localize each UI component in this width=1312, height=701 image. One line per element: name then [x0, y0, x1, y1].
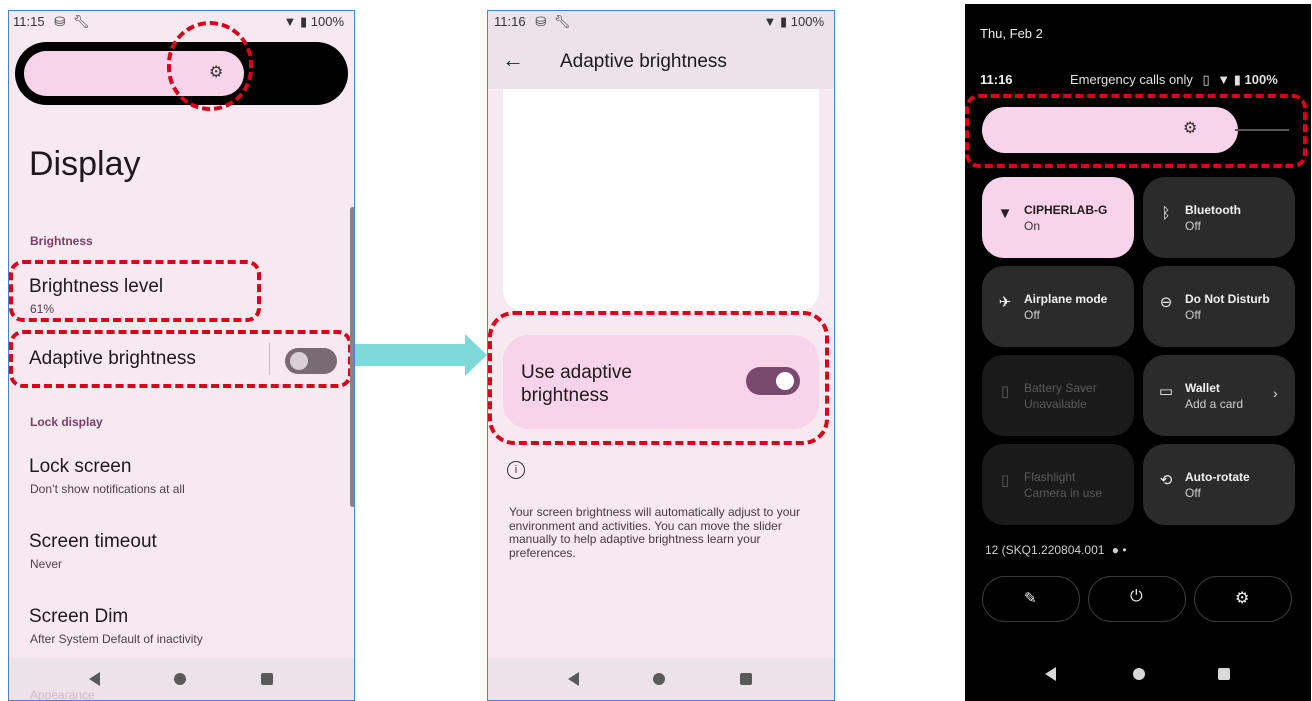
home-icon[interactable] — [653, 673, 665, 685]
section-brightness: Brightness — [30, 234, 93, 248]
screen-dim-item[interactable]: Screen Dim After System Default of inact… — [9, 601, 339, 651]
tile-bluetooth[interactable]: ᛒ Bluetooth Off — [1143, 177, 1295, 258]
wifi-icon: ▼ — [763, 14, 777, 29]
info-icon: i — [507, 461, 525, 479]
tile-wallet[interactable]: ▭ Wallet Add a card › — [1143, 355, 1295, 436]
status-time: 11:15 — [13, 14, 45, 29]
page-title: Display — [29, 145, 141, 183]
screen-timeout-sub: Never — [30, 557, 63, 571]
bluetooth-icon: ᛒ — [1161, 205, 1171, 222]
appearance-partial-label: Appearance — [30, 688, 95, 701]
flow-arrow — [355, 344, 467, 366]
gear-icon: ⚙ — [1235, 590, 1250, 607]
recents-icon[interactable] — [740, 673, 752, 685]
page-dots: ● • — [1111, 543, 1127, 557]
wallet-icon: ▭ — [1158, 383, 1174, 400]
adaptive-brightness-screen: 11:16 ⛁ 🔧︎ ▼ ▮ 100% ← Adaptive brightnes… — [487, 10, 835, 701]
status-time: 11:16 — [494, 14, 526, 29]
tile-wifi[interactable]: ▼ CIPHERLAB-G On — [982, 177, 1134, 258]
illustration-area — [503, 89, 819, 311]
do-not-disturb-icon: ⊖ — [1159, 294, 1173, 311]
pencil-icon: ✎ — [1024, 590, 1037, 607]
flow-arrow-head — [465, 334, 487, 376]
wifi-icon: ▼ — [1217, 72, 1231, 87]
screen-dim-title: Screen Dim — [29, 606, 129, 627]
auto-rotate-icon: ⟲ — [1159, 472, 1173, 489]
back-icon[interactable] — [89, 672, 100, 686]
wrench-icon: 🔧︎ — [72, 14, 90, 29]
back-icon[interactable] — [1045, 667, 1056, 681]
tile-auto-rotate[interactable]: ⟲ Auto-rotate Off — [1143, 444, 1295, 525]
tile-battery-saver[interactable]: ▯ Battery Saver Unavailable — [982, 355, 1134, 436]
lock-screen-sub: Don’t show notifications at all — [30, 482, 185, 496]
battery-percent: 100% — [1244, 72, 1278, 87]
flashlight-icon: ▯ — [1000, 472, 1010, 489]
recents-icon[interactable] — [1218, 668, 1230, 680]
airplane-icon: ✈ — [998, 294, 1012, 311]
info-text: Your screen brightness will automaticall… — [509, 505, 801, 560]
battery-icon: ▮ — [299, 14, 308, 29]
home-icon[interactable] — [174, 673, 186, 685]
chevron-right-icon: › — [1273, 385, 1278, 401]
wrench-icon: 🔧︎ — [553, 14, 571, 29]
display-settings-screen: 11:15 ⛁ 🔧︎ ▼ ▮ 100% ⚙ Display Brightness… — [8, 10, 355, 701]
sim-icon: ⛁ — [535, 14, 547, 29]
power-button[interactable]: ⏻ — [1088, 576, 1186, 622]
time: 11:16 — [980, 72, 1013, 87]
back-icon[interactable] — [568, 672, 579, 686]
sim-icon: ⛁ — [54, 14, 66, 29]
battery-icon: ▮ — [1233, 72, 1241, 87]
vibrate-icon: ▯ — [1202, 72, 1210, 87]
screen-timeout-item[interactable]: Screen timeout Never — [9, 526, 339, 576]
nav-bar: Appearance — [9, 658, 354, 700]
screen-dim-sub: After System Default of inactivity — [30, 632, 203, 646]
quick-settings-panel: Thu, Feb 2 11:16 Emergency calls only ▯ … — [965, 4, 1311, 701]
screen-timeout-title: Screen timeout — [29, 531, 157, 552]
power-icon: ⏻ — [1130, 588, 1143, 605]
section-lock-display: Lock display — [30, 415, 103, 429]
battery-percent: 100% — [790, 14, 824, 29]
page-title: Adaptive brightness — [560, 51, 727, 72]
nav-bar — [488, 658, 834, 700]
home-icon[interactable] — [1133, 668, 1145, 680]
lock-screen-title: Lock screen — [29, 456, 132, 477]
settings-button[interactable]: ⚙ — [1194, 576, 1292, 622]
build-number: 12 (SKQ1.220804.001 — [985, 543, 1105, 557]
tile-flashlight[interactable]: ▯ Flashlight Camera in use — [982, 444, 1134, 525]
wifi-icon: ▼ — [997, 205, 1013, 222]
wifi-icon: ▼ — [283, 14, 297, 29]
edit-button[interactable]: ✎ — [982, 576, 1080, 622]
date: Thu, Feb 2 — [980, 26, 1043, 41]
tile-do-not-disturb[interactable]: ⊖ Do Not Disturb Off — [1143, 266, 1295, 347]
battery-icon: ▮ — [779, 14, 788, 29]
recents-icon[interactable] — [261, 673, 273, 685]
battery-percent: 100% — [310, 14, 344, 29]
battery-saver-icon: ▯ — [1000, 383, 1010, 400]
status-text: Emergency calls only — [1070, 72, 1193, 87]
nav-bar — [965, 643, 1311, 701]
tile-airplane-mode[interactable]: ✈ Airplane mode Off — [982, 266, 1134, 347]
lock-screen-item[interactable]: Lock screen Don’t show notifications at … — [9, 451, 339, 501]
back-arrow-icon[interactable]: ← — [502, 47, 524, 73]
